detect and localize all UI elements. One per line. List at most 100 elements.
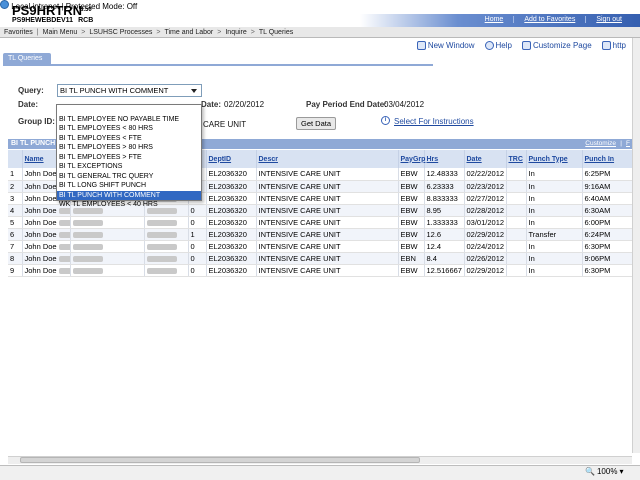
table-row[interactable]: 9 John Doe 0 EL2036320 INTENSIVE CARE UNIT EB… [8, 264, 633, 277]
grid-find-link[interactable]: F [626, 140, 630, 147]
punch-type: In [526, 240, 583, 253]
customize-page-link[interactable]: Customize Page [521, 41, 592, 50]
employee-id-redacted [70, 264, 145, 277]
punch-type: In [526, 216, 583, 229]
query-option[interactable]: BI TL EMPLOYEE NO PAYABLE TIME [57, 115, 201, 125]
col-header-paygrp[interactable]: PayGrp [398, 150, 425, 168]
crumb-lsuhsc-processes[interactable]: LSUHSC Processes [85, 29, 156, 36]
dept-descr: INTENSIVE CARE UNIT [256, 180, 399, 193]
dept-descr: INTENSIVE CARE UNIT [256, 264, 399, 277]
breadcrumb: Favorites | Main Menu > LSUHSC Processes > … [0, 27, 640, 38]
query-option[interactable]: BI TL LONG SHIFT PUNCH [57, 181, 201, 191]
dept-id: EL2036320 [206, 240, 257, 253]
http-link[interactable]: http [601, 41, 626, 50]
horizontal-scroll-thumb[interactable] [20, 457, 420, 463]
table-row[interactable]: 6 John Doe 1 EL2036320 INTENSIVE CARE UNIT EB… [8, 228, 633, 241]
trc [506, 192, 527, 205]
query-option[interactable]: BI TL EMPLOYEES > FTE [57, 153, 201, 163]
comment-count: 0 [188, 240, 207, 253]
comment-count: 0 [188, 252, 207, 265]
query-option[interactable]: BI TL GENERAL TRC QUERY [57, 172, 201, 182]
database-name: PS9HEWEBDEV11 [12, 17, 74, 24]
trc [506, 228, 527, 241]
col-header-trc[interactable]: TRC [506, 150, 527, 168]
dept-descr: INTENSIVE CARE UNIT [256, 240, 399, 253]
dept-id: EL2036320 [206, 216, 257, 229]
query-option[interactable]: BI TL EXCEPTIONS [57, 162, 201, 172]
col-header-date[interactable]: Date [464, 150, 507, 168]
work-date: 02/27/2012 [464, 192, 507, 205]
pay-group: EBW [398, 168, 425, 181]
query-select[interactable]: BI TL PUNCH WITH COMMENT [57, 84, 202, 97]
crumb-main-menu[interactable]: Main Menu [39, 29, 82, 36]
browser-status-bar [0, 465, 640, 480]
query-option[interactable]: BI TL EMPLOYEES < 80 HRS [57, 124, 201, 134]
query-select-value: BI TL PUNCH WITH COMMENT [60, 86, 169, 95]
date-label: Date: [18, 100, 39, 109]
query-option[interactable]: BI TL EMPLOYEES > 80 HRS [57, 143, 201, 153]
sign-out-link[interactable]: Sign out [585, 16, 632, 23]
pay-group: EBW [398, 264, 425, 277]
query-option[interactable] [57, 105, 201, 115]
zoom-control[interactable]: 🔍 100% ▾ [585, 467, 623, 476]
crumb-inquire[interactable]: Inquire [221, 29, 250, 36]
crumb-favorites[interactable]: Favorites [0, 29, 37, 36]
zoom-level: 100% [596, 467, 618, 476]
chevron-down-icon: ▾ [619, 467, 624, 476]
row-number: 4 [8, 204, 23, 217]
table-row[interactable]: 7 John Doe 0 EL2036320 INTENSIVE CARE UNIT EB… [8, 240, 633, 253]
work-date: 02/23/2012 [464, 180, 507, 193]
info-icon: i [381, 116, 390, 125]
zoom-icon: 🔍 [585, 467, 595, 476]
redacted-value [58, 267, 69, 274]
employee-rcd-redacted [144, 228, 189, 241]
col-header-descr[interactable]: Descr [256, 150, 399, 168]
col-header-rownum [8, 150, 23, 168]
select-for-instructions-link[interactable]: Select For Instructions [394, 117, 474, 126]
date-label-2: Date: [201, 100, 222, 109]
employee-rcd-redacted [144, 264, 189, 277]
employee-name-text: John Doe [24, 181, 57, 191]
grid-title: BI TL PUNCH [11, 140, 56, 147]
help-link[interactable]: Help [484, 41, 512, 50]
query-option[interactable]: BI TL PUNCH WITH COMMENT [57, 190, 201, 200]
col-header-punch-type[interactable]: Punch Type [526, 150, 583, 168]
punch-in: 6:30PM [582, 240, 633, 253]
table-row[interactable]: 8 John Doe 0 EL2036320 INTENSIVE CARE UNIT EB… [8, 252, 633, 265]
col-header-hrs[interactable]: Hrs [424, 150, 465, 168]
trc [506, 264, 527, 277]
get-data-button[interactable]: Get Data [296, 117, 336, 130]
grid-link-separator: | [620, 140, 622, 147]
crumb-tl-queries[interactable]: TL Queries [255, 29, 297, 36]
redacted-value [58, 255, 69, 262]
query-option[interactable]: WK TL EMPLOYEES < 40 HRS [57, 200, 201, 210]
tab-underline [3, 64, 433, 66]
trc [506, 216, 527, 229]
hours: 6.23333 [424, 180, 465, 193]
tab-tl-queries[interactable]: TL Queries [3, 53, 51, 64]
trc [506, 168, 527, 181]
work-date: 02/26/2012 [464, 252, 507, 265]
add-to-favorites-link[interactable]: Add to Favorites [513, 16, 585, 23]
punch-in: 6:25PM [582, 168, 633, 181]
punch-in: 6:30PM [582, 264, 633, 277]
grid-customize-link[interactable]: Customize [585, 140, 616, 147]
col-header-deptid[interactable]: DeptID [206, 150, 257, 168]
pay-group: EBN [398, 252, 425, 265]
new-window-link[interactable]: New Window [416, 41, 475, 50]
punch-type: Transfer [526, 228, 583, 241]
query-option[interactable]: BI TL EMPLOYEES < FTE [57, 134, 201, 144]
user-id: RCB [78, 17, 94, 24]
crumb-time-and-labor[interactable]: Time and Labor [160, 29, 217, 36]
employee-rcd-redacted [144, 240, 189, 253]
hours: 12.6 [424, 228, 465, 241]
pay-group: EBW [398, 228, 425, 241]
table-row[interactable]: 5 John Doe 0 EL2036320 INTENSIVE CARE UNIT EB… [8, 216, 633, 229]
home-link[interactable]: Home [475, 16, 514, 23]
dept-id: EL2036320 [206, 252, 257, 265]
punch-in: 9:16AM [582, 180, 633, 193]
employee-rcd-redacted [144, 252, 189, 265]
vertical-scrollbar[interactable] [632, 38, 640, 453]
punch-in: 6:40AM [582, 192, 633, 205]
col-header-punch-in[interactable]: Punch In [582, 150, 633, 168]
